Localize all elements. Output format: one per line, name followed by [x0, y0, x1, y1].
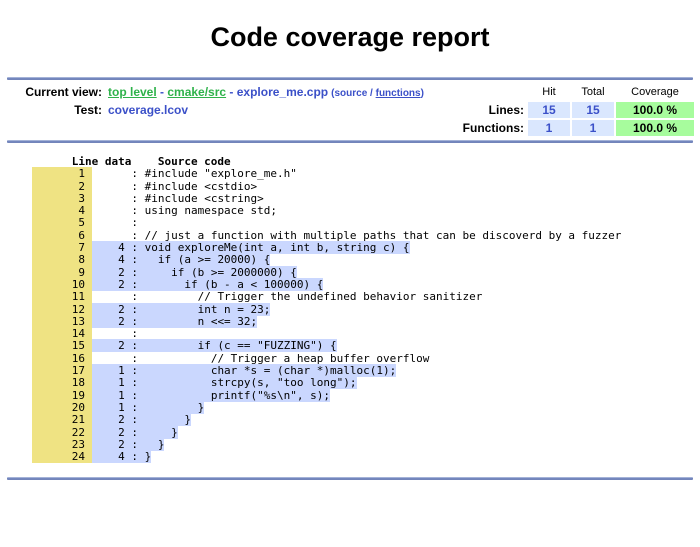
page-title: Code coverage report	[0, 20, 700, 54]
test-value: coverage.lcov	[106, 102, 432, 118]
line-number: 19	[32, 389, 92, 402]
current-view-label: Current view:	[8, 84, 104, 100]
line-data-covered: 1 : strcpy(s, "too long");	[92, 376, 357, 389]
source-line: 12 2 : int n = 23;	[32, 304, 700, 316]
lines-label: Lines:	[434, 102, 526, 118]
breadcrumb: top level - cmake/src - explore_me.cpp(s…	[106, 84, 432, 100]
line-number: 16	[32, 352, 92, 365]
functions-label: Functions:	[434, 120, 526, 136]
breadcrumb-separator: -	[226, 85, 237, 99]
line-data-covered: 2 : }	[92, 413, 191, 426]
line-number: 7	[32, 241, 92, 254]
breadcrumb-top-level-link[interactable]: top level	[108, 85, 157, 99]
spacer-cell	[8, 120, 104, 136]
line-data-covered: 2 : }	[92, 438, 165, 451]
source-line: 11 : // Trigger the undefined behavior s…	[32, 291, 700, 303]
line-data-covered: 4 : }	[92, 450, 152, 463]
line-data-covered: 2 : int n = 23;	[92, 303, 271, 316]
paren-close: )	[421, 88, 424, 99]
column-header-coverage: Coverage	[616, 84, 694, 100]
line-data-covered: 4 : if (a >= 20000) {	[92, 253, 271, 266]
view-functions-link[interactable]: functions	[376, 88, 421, 99]
functions-coverage-value: 100.0 %	[616, 120, 694, 136]
lines-coverage-value: 100.0 %	[616, 102, 694, 118]
line-number: 17	[32, 364, 92, 377]
line-number: 3	[32, 192, 92, 205]
view-source-label: source	[334, 88, 367, 99]
line-number: 4	[32, 204, 92, 217]
line-data: : // Trigger the undefined behavior sani…	[92, 290, 483, 303]
line-number: 8	[32, 253, 92, 266]
line-number: 13	[32, 315, 92, 328]
line-number: 20	[32, 401, 92, 414]
line-data: : // Trigger a heap buffer overflow	[92, 352, 430, 365]
column-header-hit: Hit	[528, 84, 570, 100]
line-number: 10	[32, 278, 92, 291]
breadcrumb-directory-link[interactable]: cmake/src	[167, 85, 226, 99]
line-number: 9	[32, 266, 92, 279]
source-line: 8 4 : if (a >= 20000) {	[32, 254, 700, 266]
line-data-covered: 1 : printf("%s\n", s);	[92, 389, 330, 402]
summary-row-lines: Test: coverage.lcov Lines: 15 15 100.0 %	[8, 102, 694, 118]
line-data-covered: 1 : }	[92, 401, 205, 414]
line-data: :	[92, 216, 145, 229]
line-number: 22	[32, 426, 92, 439]
middle-divider	[7, 140, 693, 143]
line-data: : #include "explore_me.h"	[92, 167, 297, 180]
line-number: 5	[32, 216, 92, 229]
line-data: : #include <cstring>	[92, 192, 264, 205]
line-number: 6	[32, 229, 92, 242]
summary-row-view: Current view: top level - cmake/src - ex…	[8, 84, 694, 100]
line-number: 2	[32, 180, 92, 193]
line-number: 24	[32, 450, 92, 463]
source-line: 24 4 : }	[32, 451, 700, 463]
line-number: 11	[32, 290, 92, 303]
view-options-divider: /	[367, 88, 375, 99]
line-data-covered: 2 : if (b >= 2000000) {	[92, 266, 297, 279]
lines-hit-value: 15	[528, 102, 570, 118]
line-number: 12	[32, 303, 92, 316]
functions-hit-value: 1	[528, 120, 570, 136]
functions-total-value: 1	[572, 120, 614, 136]
breadcrumb-separator: -	[157, 85, 168, 99]
summary-row-functions: Functions: 1 1 100.0 %	[8, 120, 694, 136]
line-number: 1	[32, 167, 92, 180]
line-data-covered: 2 : n <<= 32;	[92, 315, 258, 328]
line-data-covered: 4 : void exploreMe(int a, int b, string …	[92, 241, 410, 254]
line-data-covered: 2 : if (c == "FUZZING") {	[92, 339, 337, 352]
view-options: (source / functions)	[331, 88, 424, 99]
line-number: 14	[32, 327, 92, 340]
line-data: : using namespace std;	[92, 204, 277, 217]
line-data: : #include <cstdio>	[92, 180, 258, 193]
lines-total-value: 15	[572, 102, 614, 118]
test-label: Test:	[8, 102, 104, 118]
source-line: 22 2 : }	[32, 427, 700, 439]
line-data-covered: 2 : }	[92, 426, 178, 439]
source-listing: Line data Source code 1 : #include "expl…	[32, 156, 700, 463]
column-header-total: Total	[572, 84, 614, 100]
spacer-cell	[106, 120, 432, 136]
line-number: 23	[32, 438, 92, 451]
line-number: 18	[32, 376, 92, 389]
source-line: 21 2 : }	[32, 414, 700, 426]
bottom-divider	[7, 477, 693, 480]
line-data: :	[92, 327, 145, 340]
line-number: 15	[32, 339, 92, 352]
line-data-covered: 2 : if (b - a < 100000) {	[92, 278, 324, 291]
source-line: 18 1 : strcpy(s, "too long");	[32, 377, 700, 389]
line-data-covered: 1 : char *s = (char *)malloc(1);	[92, 364, 397, 377]
listing-header-text: Line data Source code	[32, 155, 231, 168]
top-divider	[7, 77, 693, 80]
summary-table: Current view: top level - cmake/src - ex…	[6, 82, 696, 138]
line-number: 21	[32, 413, 92, 426]
breadcrumb-current-file: explore_me.cpp	[237, 85, 328, 99]
line-data: : // just a function with multiple paths…	[92, 229, 622, 242]
spacer-cell	[434, 84, 526, 100]
